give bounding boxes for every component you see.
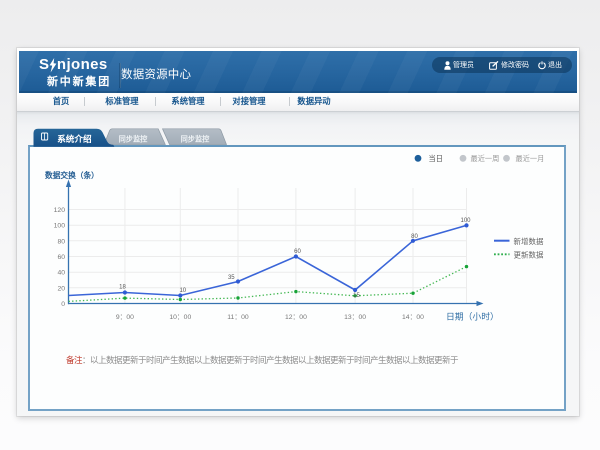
svg-text:同步监控: 同步监控 [181,134,211,143]
svg-text:当日: 当日 [429,154,443,163]
svg-text:12：00: 12：00 [285,314,307,321]
svg-text:日期（小时）: 日期（小时） [446,310,499,321]
svg-text:80: 80 [411,234,418,240]
svg-text:备注：以上数据更新于时间产生数据以上数据更新于时间产生数据以: 备注：以上数据更新于时间产生数据以上数据更新于时间产生数据以上数据更新于时间产生… [66,355,459,365]
svg-text:80: 80 [57,238,65,245]
svg-text:数据交换（条）: 数据交换（条） [45,170,99,180]
svg-text:60: 60 [294,249,301,255]
svg-text:20: 20 [57,285,65,292]
svg-text:最近一月: 最近一月 [516,154,545,163]
svg-text:120: 120 [54,207,66,214]
svg-text:10: 10 [179,288,186,294]
svg-text:同步监控: 同步监控 [119,134,149,143]
svg-text:100: 100 [460,218,471,224]
svg-text:100: 100 [54,222,66,229]
svg-text:系统介绍: 系统介绍 [57,133,92,144]
svg-text:18: 18 [119,284,126,290]
svg-text:15: 15 [353,293,360,299]
svg-text:40: 40 [57,269,65,276]
svg-text:9：00: 9：00 [116,314,134,321]
svg-text:11：00: 11：00 [227,314,249,321]
svg-text:60: 60 [57,254,65,261]
svg-text:新增数据: 新增数据 [514,236,544,246]
svg-text:35: 35 [228,275,235,281]
svg-text:14：00: 14：00 [402,314,424,321]
svg-text:10：00: 10：00 [169,314,191,321]
svg-text:0: 0 [61,301,65,308]
svg-text:最近一周: 最近一周 [471,154,500,163]
svg-text:更新数据: 更新数据 [514,249,544,259]
svg-text:13：00: 13：00 [344,314,366,321]
